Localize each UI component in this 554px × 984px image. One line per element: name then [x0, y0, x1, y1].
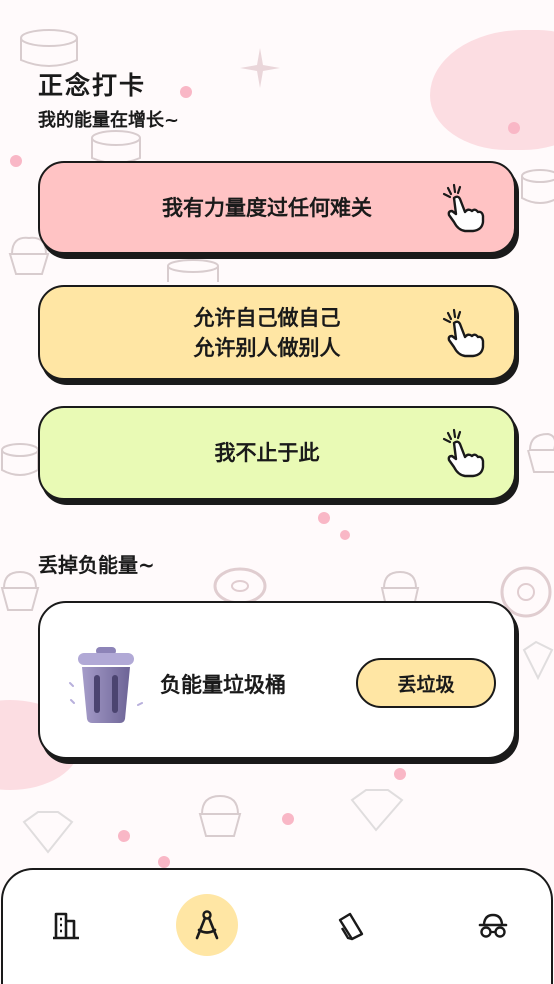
building-icon: [53, 912, 79, 940]
affirmation-text: 我有力量度过任何难关: [162, 195, 372, 220]
cards-icon: [338, 912, 364, 941]
throw-trash-button[interactable]: 丢垃圾: [356, 658, 496, 708]
affirmation-text-line-2: 允许别人做别人: [193, 335, 341, 360]
trash-card: 负能量垃圾桶 丢垃圾: [38, 601, 516, 759]
compass-tool-icon: [195, 910, 219, 940]
page-title: 正念打卡: [38, 71, 147, 100]
tap-hand-icon: [442, 308, 485, 357]
tab-compass[interactable]: [176, 894, 238, 956]
section-title: 丢掉负能量~: [38, 553, 155, 577]
trash-card-label: 负能量垃圾桶: [160, 673, 286, 697]
tab-profile[interactable]: [462, 894, 524, 956]
affirmation-card[interactable]: 允许自己做自己 允许别人做别人: [38, 285, 516, 380]
bottom-tab-bar: [1, 868, 553, 984]
tap-hand-icon: [442, 428, 485, 478]
glasses-hat-icon: [478, 913, 508, 938]
affirmation-text: 我不止于此: [214, 441, 320, 465]
affirmation-card[interactable]: 我不止于此: [38, 406, 516, 500]
tab-building[interactable]: [35, 894, 97, 956]
trash-bin-icon: [69, 647, 143, 723]
tab-cards[interactable]: [320, 894, 382, 956]
affirmation-card[interactable]: 我有力量度过任何难关: [38, 161, 516, 254]
tap-hand-icon: [442, 183, 485, 232]
affirmation-text-line-1: 允许自己做自己: [193, 305, 341, 330]
page-subtitle: 我的能量在增长~: [38, 110, 180, 131]
